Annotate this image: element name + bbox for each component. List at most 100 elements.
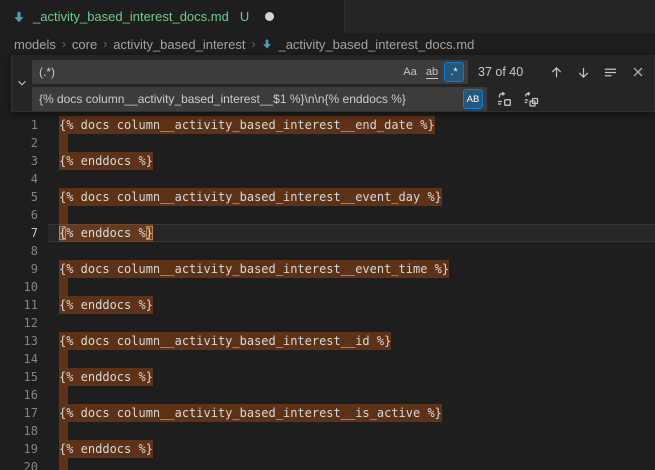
git-status-badge: U (240, 9, 249, 24)
code-line[interactable]: 7{% enddocs %} (0, 224, 655, 242)
line-text (38, 242, 59, 260)
code-line[interactable]: 6 (0, 206, 655, 224)
regex-button[interactable]: .* (444, 62, 464, 82)
line-number: 9 (0, 260, 38, 278)
modified-indicator-dot[interactable] (265, 12, 274, 21)
line-text: {% enddocs %} (38, 296, 153, 314)
find-match-highlight: {% enddocs %} (59, 368, 153, 386)
bracket-match-highlight: { (59, 226, 66, 240)
line-text: {% enddocs %} (38, 440, 153, 458)
line-number: 12 (0, 314, 38, 332)
line-number: 15 (0, 368, 38, 386)
code-line[interactable]: 17 {% docs column__activity_based_interes… (0, 404, 655, 422)
line-number: 19 (0, 440, 38, 458)
line-number: 13 (0, 332, 38, 350)
line-number: 5 (0, 188, 38, 206)
line-text: {% docs column__activity_based_interest_… (38, 188, 442, 206)
find-match-highlight: {% docs column__activity_based_interest_… (59, 332, 391, 350)
find-match-newline-highlight (59, 278, 68, 296)
replace-all-button[interactable] (520, 89, 541, 110)
code-line[interactable]: 18 (0, 422, 655, 440)
find-replace-widget: Aa ab .* 37 of 40 (11, 55, 655, 112)
markdown-file-icon (261, 38, 273, 50)
line-number: 8 (0, 242, 38, 260)
find-match-newline-highlight (59, 422, 68, 440)
line-text (38, 170, 59, 188)
replace-row: AB (32, 87, 648, 111)
line-text: {% docs column__activity_based_interest_… (38, 404, 442, 422)
tab-title: _activity_based_interest_docs.md (33, 9, 229, 24)
breadcrumb-item-core[interactable]: core (72, 37, 97, 52)
line-text: {% enddocs %} (38, 224, 153, 242)
code-line[interactable]: 5 {% docs column__activity_based_interest… (0, 188, 655, 206)
code-line[interactable]: 2 (0, 134, 655, 152)
replace-input[interactable] (39, 87, 461, 111)
line-text (38, 422, 68, 440)
code-line[interactable]: 9 {% docs column__activity_based_interest… (0, 260, 655, 278)
code-line[interactable]: 19{% enddocs %} (0, 440, 655, 458)
line-number: 17 (0, 404, 38, 422)
code-line[interactable]: 1 {% docs column__activity_based_interest… (0, 116, 655, 134)
line-number: 4 (0, 170, 38, 188)
next-match-button[interactable] (573, 62, 594, 83)
find-match-newline-highlight (59, 386, 68, 404)
code-line[interactable]: 10 (0, 278, 655, 296)
line-number: 1 (0, 116, 38, 134)
code-line[interactable]: 15 {% enddocs %} (0, 368, 655, 386)
breadcrumb-item-file[interactable]: _activity_based_interest_docs.md (261, 37, 474, 52)
find-match-highlight: {% docs column__activity_based_interest_… (59, 116, 435, 134)
find-match-highlight: {% docs column__activity_based_interest_… (59, 260, 449, 278)
code-line[interactable]: 13 {% docs column__activity_based_interes… (0, 332, 655, 350)
find-match-highlight: {% docs column__activity_based_interest_… (59, 188, 442, 206)
line-text: {% docs column__activity_based_interest_… (38, 260, 449, 278)
preserve-case-button[interactable]: AB (463, 89, 483, 109)
find-row: Aa ab .* 37 of 40 (32, 60, 648, 84)
code-line[interactable]: 11 {% enddocs %} (0, 296, 655, 314)
line-number: 16 (0, 386, 38, 404)
replace-icon (496, 91, 512, 107)
breadcrumb-file-label: _activity_based_interest_docs.md (278, 37, 474, 52)
line-text (38, 350, 68, 368)
code-line[interactable]: 14 (0, 350, 655, 368)
close-icon (631, 65, 645, 79)
find-match-highlight: {% docs column__activity_based_interest_… (59, 404, 442, 422)
line-text: {% enddocs %} (38, 152, 153, 170)
line-text (38, 278, 68, 296)
editor-pane[interactable]: 1 {% docs column__activity_based_interest… (0, 55, 655, 470)
line-number: 11 (0, 296, 38, 314)
chevron-down-icon (15, 76, 29, 90)
match-case-button[interactable]: Aa (400, 62, 420, 82)
previous-match-button[interactable] (546, 62, 567, 83)
replace-button[interactable] (493, 89, 514, 110)
line-text: {% enddocs %} (38, 368, 153, 386)
code-line[interactable]: 4 (0, 170, 655, 188)
code-line[interactable]: 3{% enddocs %} (0, 152, 655, 170)
toggle-replace-button[interactable] (14, 55, 30, 111)
line-number: 2 (0, 134, 38, 152)
code-line[interactable]: 16 (0, 386, 655, 404)
whole-word-button[interactable]: ab (422, 62, 442, 82)
match-count: 37 of 40 (478, 65, 540, 79)
code-line[interactable]: 8 (0, 242, 655, 260)
code-line[interactable]: 12 (0, 314, 655, 332)
code-line[interactable]: 20 (0, 458, 655, 470)
line-number: 7 (0, 224, 38, 242)
vscode-window: _activity_based_interest_docs.md U model… (0, 0, 655, 470)
line-number: 14 (0, 350, 38, 368)
line-text: {% docs column__activity_based_interest_… (38, 116, 435, 134)
line-number: 6 (0, 206, 38, 224)
breadcrumb-item-models[interactable]: models (14, 37, 56, 52)
close-find-widget-button[interactable] (627, 62, 648, 83)
breadcrumb-separator-icon: › (60, 37, 68, 51)
editor-tab[interactable]: _activity_based_interest_docs.md U (0, 0, 345, 33)
markdown-file-icon (12, 10, 26, 24)
whole-word-icon: ab (426, 66, 438, 79)
replace-all-icon (523, 91, 539, 107)
find-match-highlight: {% enddocs %} (59, 296, 153, 314)
find-input[interactable] (39, 60, 398, 84)
arrow-up-icon (549, 65, 564, 80)
find-match-newline-highlight (59, 458, 68, 470)
line-number: 3 (0, 152, 38, 170)
find-in-selection-button[interactable] (600, 62, 621, 83)
breadcrumb-item-activity-based-interest[interactable]: activity_based_interest (113, 37, 245, 52)
